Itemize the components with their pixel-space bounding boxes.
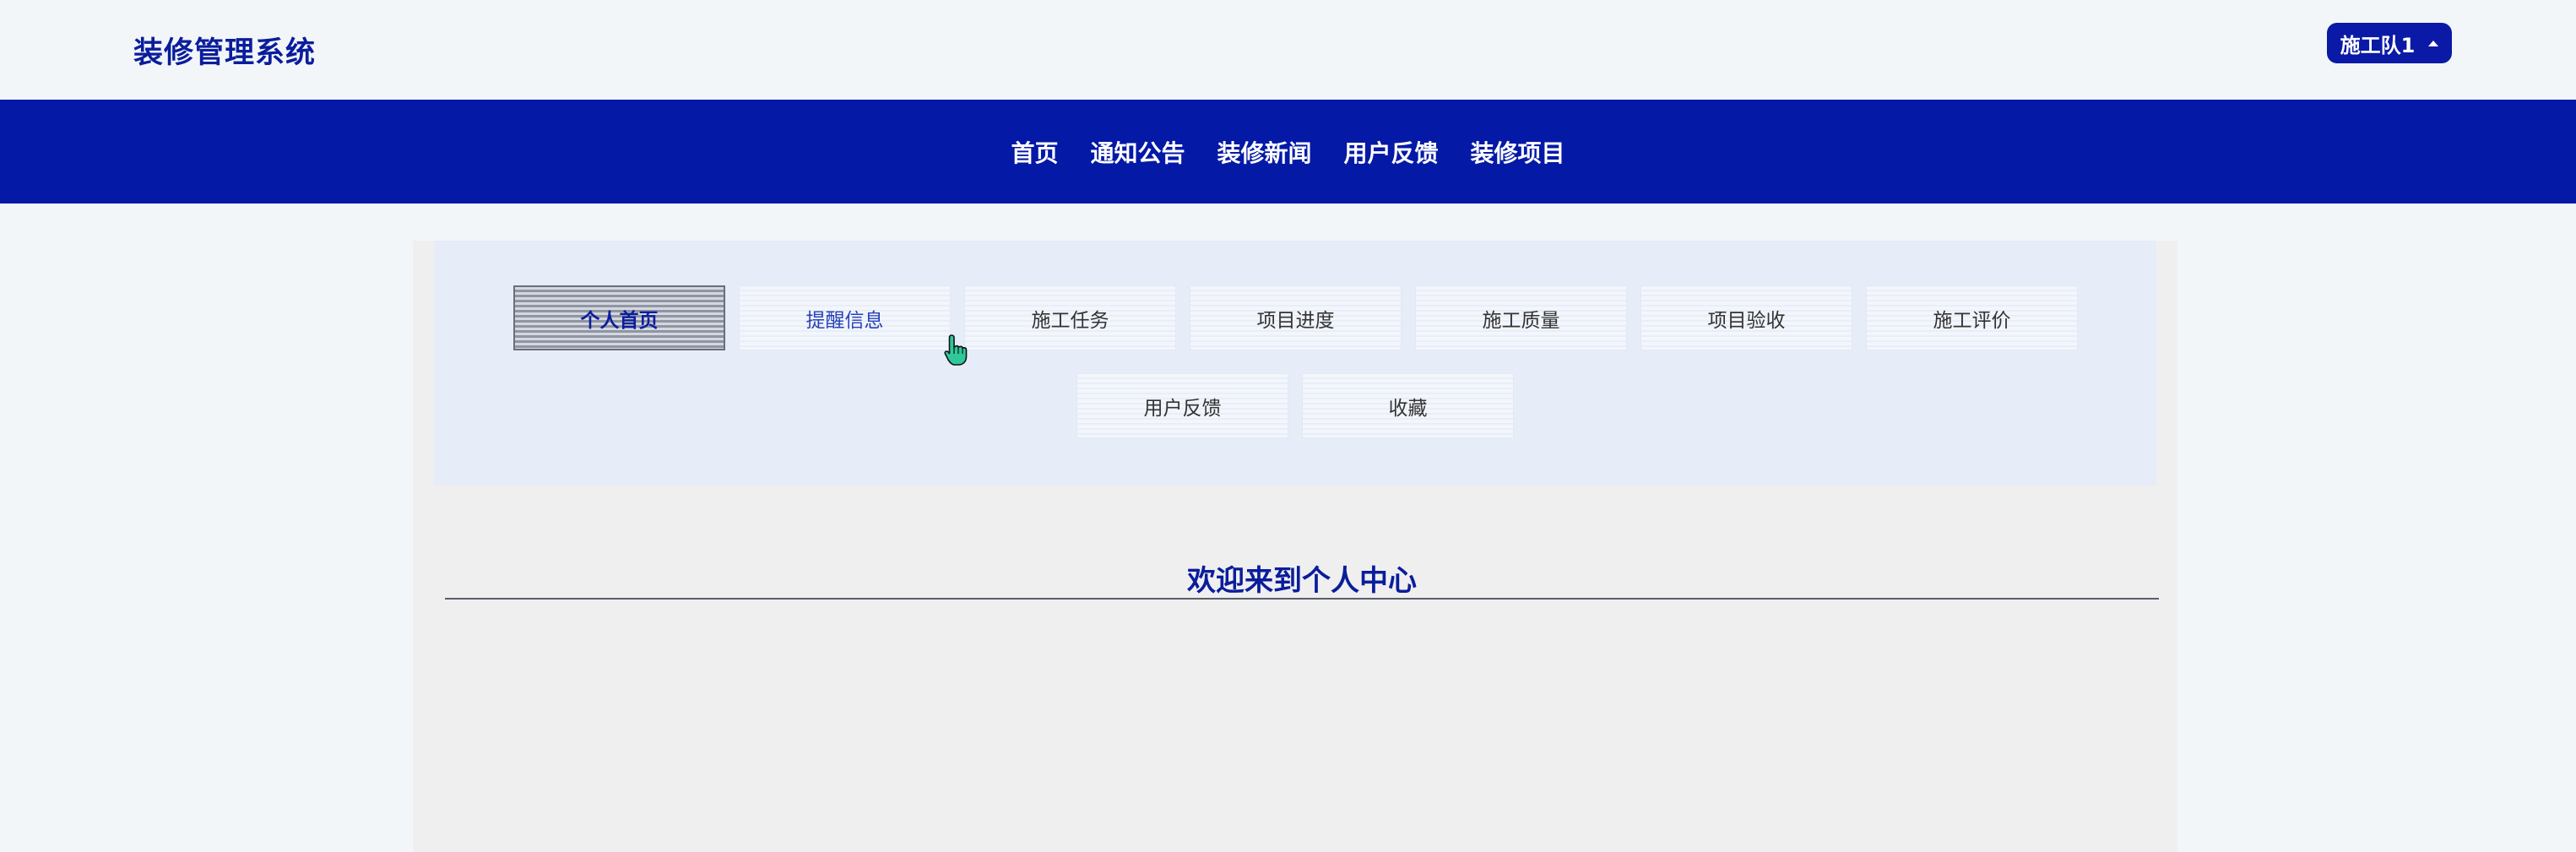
app-logo-title[interactable]: 装修管理系统 <box>133 29 316 72</box>
tab-construction-tasks[interactable]: 施工任务 <box>964 285 1176 350</box>
user-menu-button[interactable]: 施工队1 <box>2327 23 2452 63</box>
main-navbar: 首页 通知公告 装修新闻 用户反馈 装修项目 <box>0 100 2576 204</box>
tab-personal-home[interactable]: 个人首页 <box>513 285 725 350</box>
nav-item-home[interactable]: 首页 <box>1011 135 1058 169</box>
nav-item-feedback[interactable]: 用户反馈 <box>1344 135 1439 169</box>
tab-project-progress[interactable]: 项目进度 <box>1190 285 1402 350</box>
welcome-title: 欢迎来到个人中心 <box>1187 564 1417 598</box>
nav-item-news[interactable]: 装修新闻 <box>1217 135 1311 169</box>
top-header: 装修管理系统 施工队1 <box>0 0 2576 100</box>
hand-pointer-cursor-icon <box>944 334 968 366</box>
user-menu-label: 施工队1 <box>2340 33 2416 57</box>
tab-user-feedback[interactable]: 用户反馈 <box>1076 373 1288 438</box>
personal-center-tabs <box>434 241 2156 486</box>
caret-up-icon <box>2428 40 2439 46</box>
nav-items: 首页 通知公告 装修新闻 用户反馈 装修项目 <box>1011 135 1565 169</box>
tab-project-acceptance[interactable]: 项目验收 <box>1641 285 1852 350</box>
tab-construction-quality[interactable]: 施工质量 <box>1415 285 1627 350</box>
nav-item-projects[interactable]: 装修项目 <box>1471 135 1565 169</box>
nav-item-notices[interactable]: 通知公告 <box>1090 135 1185 169</box>
tab-reminders[interactable]: 提醒信息 <box>739 285 951 350</box>
title-divider <box>445 598 2159 600</box>
tab-favorites[interactable]: 收藏 <box>1302 373 1514 438</box>
tab-construction-evaluation[interactable]: 施工评价 <box>1866 285 2078 350</box>
